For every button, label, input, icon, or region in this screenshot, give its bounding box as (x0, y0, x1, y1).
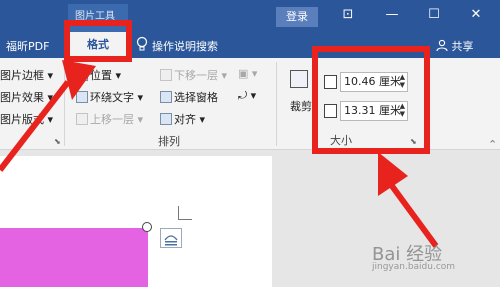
arrow-to-size-group (378, 152, 439, 248)
baidu-jingyan-watermark: Bai 经验 (372, 244, 443, 265)
arrow-to-format-tab (0, 60, 96, 172)
watermark-url: jingyan.baidu.com (372, 262, 456, 272)
